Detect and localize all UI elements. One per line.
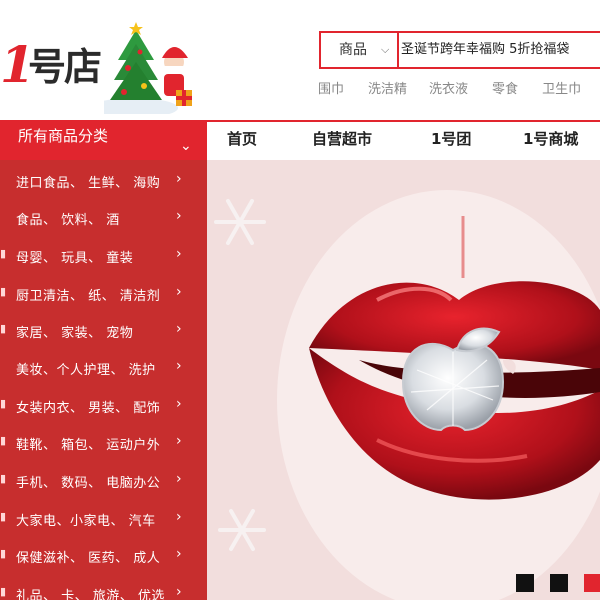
carousel-dot-active[interactable] [584, 574, 600, 592]
category-item[interactable]: 进口食品、 生鲜、 海购 › [0, 162, 207, 200]
category-item[interactable]: ▮ 大家电、小家电、 汽车 › [0, 500, 207, 538]
category-label: 母婴、 玩具、 童装 [16, 251, 134, 266]
hot-keywords: 围巾 洗洁精 洗衣液 零食 卫生巾 [318, 78, 600, 98]
category-sidebar: 进口食品、 生鲜、 海购 › 食品、 饮料、 酒 › ▮ 母婴、 玩具、 童装 … [0, 160, 207, 604]
category-item[interactable]: 美妆、个人护理、 洗护 › [0, 349, 207, 387]
site-logo[interactable]: 1 号店 [0, 18, 200, 118]
category-label: 手机、 数码、 电脑办公 [16, 476, 161, 491]
chevron-right-icon: › [176, 433, 182, 449]
category-label: 女装内衣、 男装、 配饰 [16, 401, 161, 416]
chevron-right-icon: › [176, 321, 182, 337]
site-header: 1 号店 商品 ⌵ 圣诞节跨年幸福购 5折抢福袋 围巾 洗洁精 洗衣液 零食 卫… [0, 0, 600, 120]
all-categories-label: 所有商品分类 [18, 127, 109, 145]
category-label: 进口食品、 生鲜、 海购 [16, 176, 161, 191]
chevron-right-icon: › [176, 284, 182, 300]
category-item[interactable]: ▮ 礼品、 卡、 旅游、 优选 › [0, 575, 207, 613]
category-label: 大家电、小家电、 汽车 [16, 514, 156, 529]
all-categories-header[interactable]: 所有商品分类 ⌄ [0, 120, 207, 160]
category-icon: ▮ [0, 285, 7, 298]
category-item[interactable]: ▮ 家居、 家装、 宠物 › [0, 312, 207, 350]
category-label: 礼品、 卡、 旅游、 优选 [16, 589, 165, 604]
category-icon: ▮ [0, 247, 7, 260]
carousel-dot[interactable] [550, 574, 568, 592]
category-item[interactable]: ▮ 鞋靴、 箱包、 运动户外 › [0, 424, 207, 462]
promo-banner[interactable] [207, 160, 600, 600]
category-label: 食品、 饮料、 酒 [16, 213, 120, 228]
red-lips-diamond-apple-image [214, 190, 600, 600]
chevron-right-icon: › [176, 509, 182, 525]
hot-keyword-link[interactable]: 洗洁精 [368, 80, 407, 100]
category-label: 家居、 家装、 宠物 [16, 326, 134, 341]
main-nav: 首页 自营超市 1号团 1号商城 [207, 120, 600, 160]
nav-home[interactable]: 首页 [227, 128, 257, 149]
category-label: 鞋靴、 箱包、 运动户外 [16, 438, 161, 453]
hot-keyword-link[interactable]: 卫生巾 [542, 80, 581, 100]
category-icon: ▮ [0, 434, 7, 447]
nav-mall[interactable]: 1号商城 [523, 128, 578, 149]
search-category-label: 商品 [339, 42, 367, 58]
category-item[interactable]: ▮ 手机、 数码、 电脑办公 › [0, 462, 207, 500]
chevron-down-icon: ⌵ [381, 43, 390, 56]
category-icon: ▮ [0, 397, 7, 410]
category-icon: ▮ [0, 322, 7, 335]
nav-self-supermarket[interactable]: 自营超市 [312, 128, 372, 149]
category-icon: ▮ [0, 547, 7, 560]
nav-group-buy[interactable]: 1号团 [431, 128, 471, 149]
category-icon: ▮ [0, 585, 7, 598]
search-category-select[interactable]: 商品 ⌵ [321, 33, 399, 67]
search-bar: 商品 ⌵ 圣诞节跨年幸福购 5折抢福袋 [319, 31, 600, 69]
hot-keyword-link[interactable]: 洗衣液 [429, 80, 468, 100]
chevron-right-icon: › [176, 246, 182, 262]
chevron-right-icon: › [176, 208, 182, 224]
category-item[interactable]: ▮ 母婴、 玩具、 童装 › [0, 237, 207, 275]
hot-keyword-link[interactable]: 围巾 [318, 80, 344, 100]
category-label: 厨卫清洁、 纸、 清洁剂 [16, 289, 161, 304]
category-item[interactable]: ▮ 保健滋补、 医药、 成人 › [0, 537, 207, 575]
carousel-dot[interactable] [516, 574, 534, 592]
chevron-right-icon: › [176, 584, 182, 600]
category-item[interactable]: ▮ 厨卫清洁、 纸、 清洁剂 › [0, 275, 207, 313]
category-item[interactable]: ▮ 女装内衣、 男装、 配饰 › [0, 387, 207, 425]
chevron-right-icon: › [176, 358, 182, 374]
category-label: 保健滋补、 医药、 成人 [16, 551, 161, 566]
logo-text: 号店 [28, 45, 102, 89]
category-icon: ▮ [0, 510, 7, 523]
category-icon: ▮ [0, 472, 7, 485]
hot-keyword-link[interactable]: 零食 [492, 80, 518, 100]
search-input[interactable]: 圣诞节跨年幸福购 5折抢福袋 [401, 33, 600, 67]
chevron-right-icon: › [176, 396, 182, 412]
chevron-down-icon: ⌄ [180, 138, 192, 154]
chevron-right-icon: › [176, 171, 182, 187]
chevron-right-icon: › [176, 546, 182, 562]
category-item[interactable]: 食品、 饮料、 酒 › [0, 199, 207, 237]
christmas-tree-santa-icon [104, 22, 192, 114]
chevron-right-icon: › [176, 471, 182, 487]
category-label: 美妆、个人护理、 洗护 [16, 363, 156, 378]
